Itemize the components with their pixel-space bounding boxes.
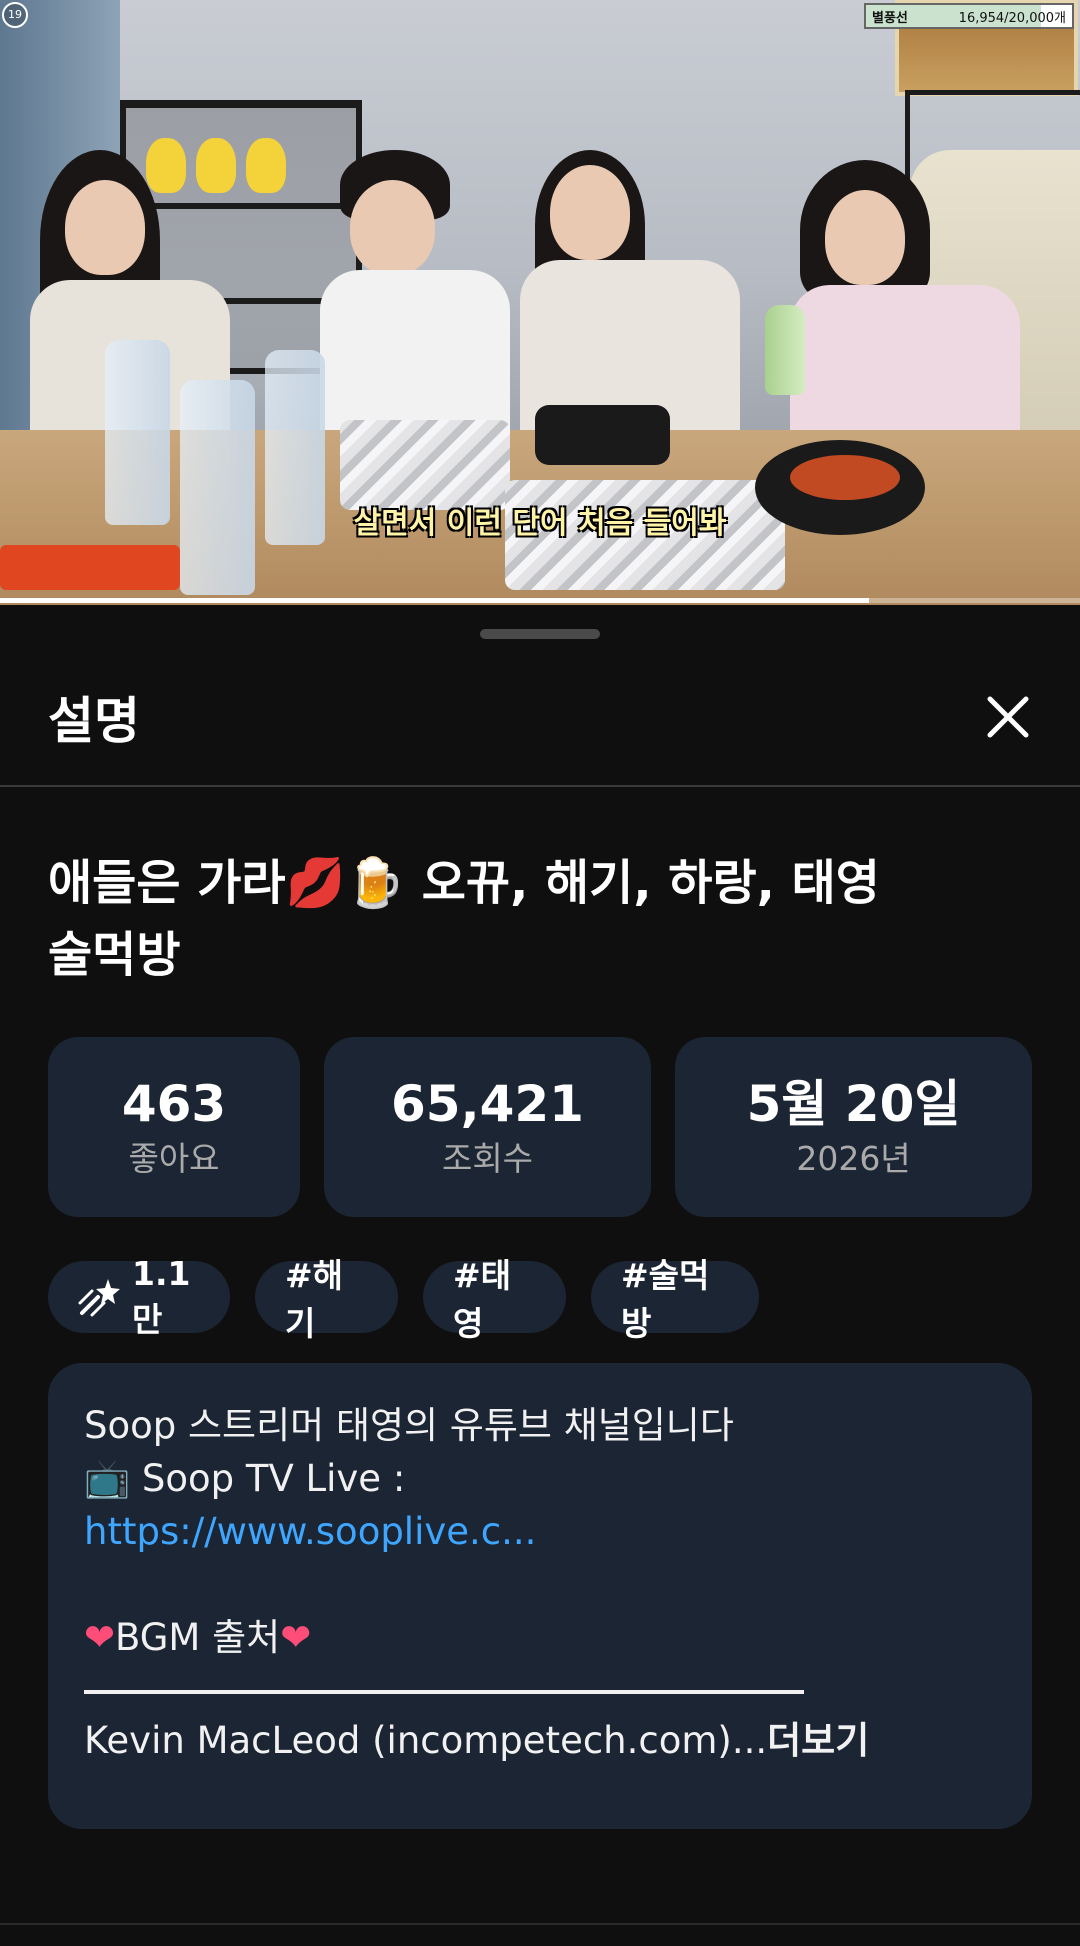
likes-count: 463 — [121, 1075, 227, 1133]
more-button[interactable]: 더보기 — [767, 1719, 869, 1762]
bottle — [765, 305, 805, 395]
chip-hashtag-haegi[interactable]: #해기 — [255, 1256, 398, 1343]
chip-label: #태영 — [453, 1256, 512, 1343]
credit-text: Kevin MacLeod (incompetech.com)... — [84, 1719, 768, 1762]
bgm-heading: ❤BGM 출처❤ — [84, 1611, 996, 1664]
description-box[interactable]: Soop 스트리머 태영의 유튜브 채널입니다 📺 Soop TV Live :… — [48, 1363, 1032, 1829]
balloon-count: 16,954/20,000개 — [958, 10, 1066, 26]
channel-link[interactable]: https://www.sooplive.c... — [84, 1505, 996, 1558]
balloon-label: 별풍선 — [872, 10, 908, 26]
food-tray — [535, 405, 670, 465]
description-rule — [84, 1690, 804, 1694]
bgm-heading-text: BGM 출처 — [115, 1616, 281, 1659]
description-sheet: 설명 애들은 가라💋🍺 오뀨, 해기, 하랑, 태영 술먹방 463 좋아요 6… — [0, 605, 1080, 1946]
bottom-divider — [0, 1923, 1080, 1925]
balloon-progress-bar: 별풍선 16,954/20,000개 — [864, 3, 1074, 29]
likes-label: 좋아요 — [128, 1139, 220, 1178]
views-stat: 65,421 조회수 — [324, 1037, 651, 1217]
credit-line: Kevin MacLeod (incompetech.com)...더보기 — [84, 1714, 996, 1767]
drag-handle[interactable] — [480, 629, 600, 639]
video-progress-fill — [0, 598, 870, 603]
chip-hashtag-mukbang[interactable]: #술먹방 — [591, 1256, 759, 1343]
heart-icon: ❤ — [280, 1616, 312, 1659]
chip-label: #해기 — [285, 1256, 344, 1343]
chip-label: #술먹방 — [621, 1256, 710, 1343]
plush-figure — [196, 138, 236, 193]
shooting-star-icon — [78, 1277, 122, 1317]
upload-date: 5월 20일 — [746, 1075, 961, 1133]
plush-figure — [246, 138, 286, 193]
views-count: 65,421 — [391, 1075, 584, 1133]
description-line: 📺 Soop TV Live : — [84, 1457, 406, 1500]
bottle — [180, 380, 255, 595]
close-icon — [987, 696, 1029, 738]
video-progress-bar[interactable] — [0, 598, 1080, 603]
views-label: 조회수 — [441, 1139, 534, 1178]
food — [790, 455, 900, 500]
chip-trending[interactable]: 1.1만 — [48, 1254, 230, 1339]
age-rating-badge: 19 — [2, 2, 28, 28]
upload-year: 2026년 — [796, 1139, 911, 1178]
foil-tray — [340, 420, 510, 510]
video-player[interactable]: 19 별풍선 16,954/20,000개 살면서 이런 단어 처음 들어봐 — [0, 0, 1080, 605]
video-title-line2: 술먹방 — [48, 927, 181, 983]
likes-stat: 463 좋아요 — [48, 1037, 300, 1217]
description-line: Soop 스트리머 태영의 유튜브 채널입니다 — [84, 1404, 734, 1447]
plush-figure — [146, 138, 186, 193]
header-divider — [0, 785, 1080, 787]
video-title-line1: 애들은 가라💋🍺 오뀨, 해기, 하랑, 태영 — [48, 855, 880, 911]
date-stat: 5월 20일 2026년 — [675, 1037, 1032, 1217]
red-tray — [0, 545, 180, 590]
video-subtitle: 살면서 이런 단어 처음 들어봐 — [353, 506, 727, 541]
chip-hashtag-taeyoung[interactable]: #태영 — [423, 1256, 566, 1343]
sheet-title: 설명 — [48, 692, 140, 750]
close-button[interactable] — [978, 687, 1038, 747]
heart-icon: ❤ — [84, 1616, 116, 1659]
video-title: 애들은 가라💋🍺 오뀨, 해기, 하랑, 태영 술먹방 — [48, 847, 1008, 991]
chip-trending-label: 1.1만 — [132, 1253, 191, 1339]
